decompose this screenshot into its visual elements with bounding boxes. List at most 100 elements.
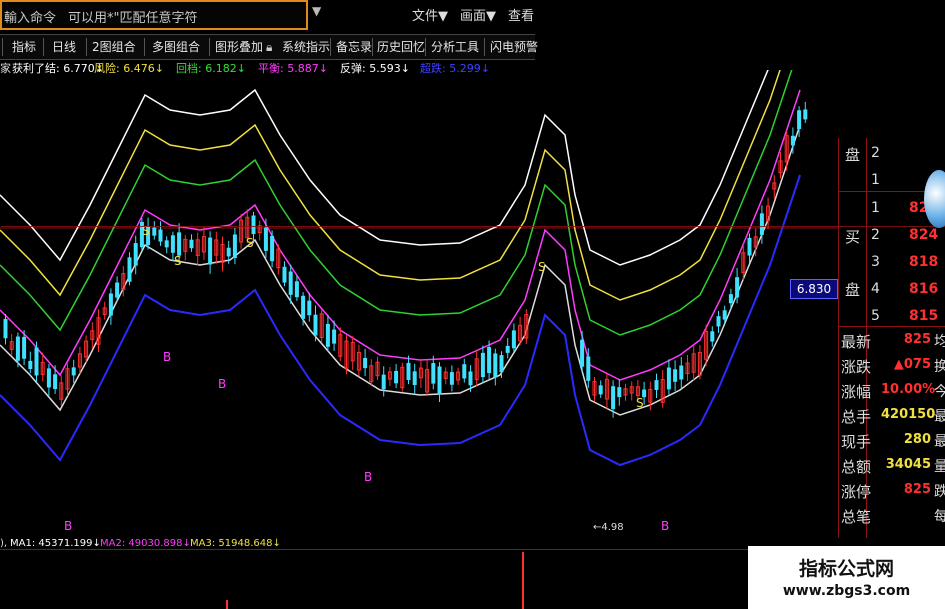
candle — [270, 235, 275, 262]
stat-value: 280 — [903, 432, 931, 447]
candle — [46, 368, 51, 388]
buy-signal-marker: B — [218, 377, 226, 391]
stat-extra-label: 量 — [934, 459, 945, 475]
band-line — [0, 89, 801, 381]
bid-level: 1 — [871, 200, 880, 216]
stat-value: 34045 — [885, 457, 931, 472]
candle — [108, 293, 113, 316]
candle — [208, 237, 213, 265]
menu-layout[interactable]: 画面▼ — [460, 5, 496, 24]
candle — [499, 355, 504, 373]
command-input-hint: 可以用*"匹配任意字符 — [68, 11, 198, 26]
stat-label: 现手 — [841, 433, 872, 451]
toolbar-memo-button[interactable]: 备忘录 — [336, 38, 372, 56]
candle — [735, 277, 740, 298]
toolbar-analysis-button[interactable]: 分析工具 — [431, 38, 479, 56]
stat-value: 825 — [903, 482, 931, 497]
candle — [294, 281, 299, 298]
candle — [170, 235, 175, 253]
stat-extra-label: 换 — [934, 359, 945, 375]
candle — [673, 369, 678, 382]
watermark-name: 指标公式网 — [798, 558, 894, 580]
stat-label: 总额 — [841, 458, 872, 476]
menu-file[interactable]: 文件▼ — [412, 5, 448, 24]
candle — [3, 318, 8, 339]
buy-signal-marker: B — [364, 470, 372, 484]
volume-bar — [522, 552, 524, 609]
ma-item: MA3: 51948.648↓ — [190, 538, 281, 549]
command-dropdown-icon[interactable]: ▼ — [312, 4, 321, 18]
ma-item: MA2: 49030.898↓ — [100, 538, 191, 549]
command-input[interactable]: 輸入命令 可以用*"匹配任意字符 — [0, 0, 308, 30]
toolbar-alert-button[interactable]: 闪电预警 — [490, 38, 538, 56]
candle — [505, 345, 510, 353]
stat-value: ▲075 — [893, 357, 931, 372]
candle — [431, 363, 436, 384]
sell-signal-marker: S — [538, 260, 546, 274]
candle — [412, 371, 417, 386]
candle — [152, 227, 157, 236]
candle — [790, 135, 795, 146]
toolbar-two-chart-button[interactable]: 2图组合 — [92, 38, 136, 56]
bid-price: 816 — [909, 281, 939, 297]
command-input-label: 輸入命令 — [4, 11, 57, 26]
toolbar-overlay-button[interactable]: 图形叠加 — [215, 38, 263, 56]
current-price-tag: 6.830 — [790, 279, 838, 299]
ask-level: 1 — [871, 172, 880, 188]
candle — [666, 367, 671, 390]
candle — [797, 110, 802, 130]
candle — [381, 374, 386, 390]
toolbar-system-button[interactable]: 系统指示 — [282, 38, 330, 56]
buy-side-label-bottom: 盘 — [845, 281, 861, 299]
candle — [325, 323, 330, 347]
candle — [22, 336, 27, 359]
candle — [158, 229, 163, 242]
toolbar-multi-chart-button[interactable]: 多图组合 — [152, 38, 200, 56]
candle — [34, 347, 39, 376]
candle — [722, 310, 727, 320]
candle — [580, 339, 585, 367]
logo-icon — [924, 170, 945, 228]
bid-price: 815 — [909, 308, 939, 324]
candle — [710, 331, 715, 342]
volume-bar — [226, 600, 228, 609]
stat-label: 涨停 — [841, 483, 872, 501]
stat-value: 10.00% — [881, 382, 936, 397]
buy-signal-marker: B — [163, 350, 171, 364]
watermark-url: www.zbgs3.com — [782, 583, 911, 599]
candle — [288, 271, 293, 295]
candle — [127, 257, 132, 282]
band-line — [0, 70, 769, 266]
bid-level: 2 — [871, 227, 880, 243]
band-line — [0, 70, 781, 301]
stat-extra-label: 每 — [934, 509, 945, 525]
toolbar-indicator-button[interactable]: 指标 — [12, 38, 36, 56]
stat-extra-label: 今 — [934, 384, 945, 400]
sell-signal-marker: S — [636, 396, 644, 410]
candle — [493, 353, 498, 378]
candle — [480, 352, 485, 378]
stat-label: 总手 — [841, 408, 872, 426]
candle — [394, 370, 399, 384]
candle — [307, 300, 312, 316]
menu-view[interactable]: 查看 — [508, 5, 534, 24]
order-book-panel: 盘 买 盘 2 1 1 825 2 824 3 818 4 816 5 815 最新 825 均涨跌 ▲075… — [1, 138, 945, 538]
price-chart[interactable]: SSSSSBBBB B←4.98 — [0, 70, 838, 538]
candle — [679, 365, 684, 380]
candle — [654, 380, 659, 390]
ma-prefix: ), — [0, 538, 8, 549]
bid-level: 4 — [871, 281, 880, 297]
lock-icon[interactable]: 🔒︎ — [266, 38, 272, 56]
candle — [611, 386, 616, 410]
toolbar-daily-button[interactable]: 日线 — [52, 38, 76, 56]
candle — [263, 227, 268, 251]
candle — [28, 360, 33, 369]
candle — [462, 364, 467, 379]
sell-signal-marker: S — [246, 236, 254, 250]
sell-side-label: 盘 — [845, 146, 861, 164]
candle — [232, 234, 237, 258]
ma-item: MA1: 45371.199↓ — [10, 538, 101, 549]
candle — [53, 374, 58, 389]
toolbar-history-button[interactable]: 历史回忆 — [377, 38, 425, 56]
candle — [487, 347, 492, 374]
